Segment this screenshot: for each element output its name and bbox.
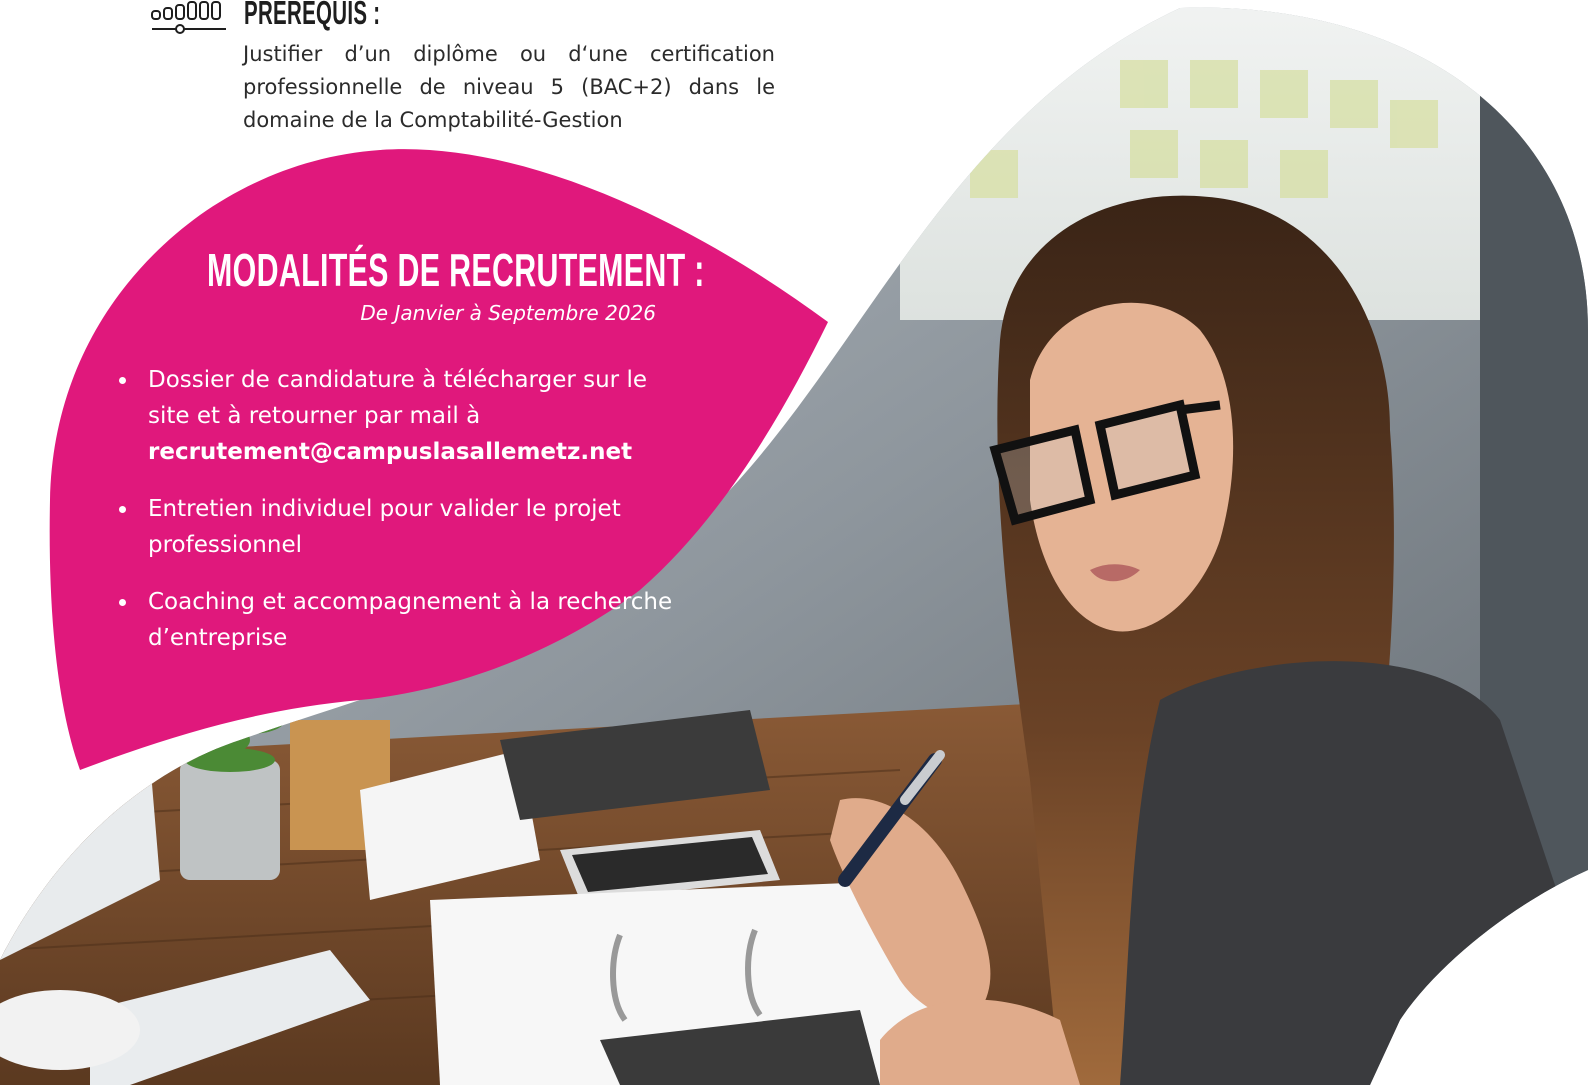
list-item-text: Coaching et accompagnement à la recherch… bbox=[148, 589, 673, 651]
recrutement-list: Dossier de candidature à télécharger sur… bbox=[113, 362, 693, 677]
bullet-icon bbox=[119, 377, 126, 384]
list-item-text: Entretien individuel pour valider le pro… bbox=[148, 496, 621, 558]
list-item-text: Dossier de candidature à télécharger sur… bbox=[148, 367, 647, 429]
list-item: Dossier de candidature à télécharger sur… bbox=[113, 362, 693, 470]
recrutement-subtitle: De Janvier à Septembre 2026 bbox=[360, 301, 656, 325]
list-item: Coaching et accompagnement à la recherch… bbox=[113, 584, 693, 656]
recrutement-title: MODALITÉS DE RECRUTEMENT : bbox=[207, 244, 705, 296]
list-item: Entretien individuel pour valider le pro… bbox=[113, 491, 693, 563]
level-slider-icon bbox=[151, 1, 226, 34]
bullet-icon bbox=[119, 506, 126, 513]
bullet-icon bbox=[119, 599, 126, 606]
recrutement-email-link[interactable]: recrutement@campuslasallemetz.net bbox=[148, 434, 693, 470]
prerequis-text: Justifier d’un diplôme ou d‘une certific… bbox=[243, 42, 775, 132]
prerequis-title: PRÉREQUIS : bbox=[244, 0, 381, 31]
